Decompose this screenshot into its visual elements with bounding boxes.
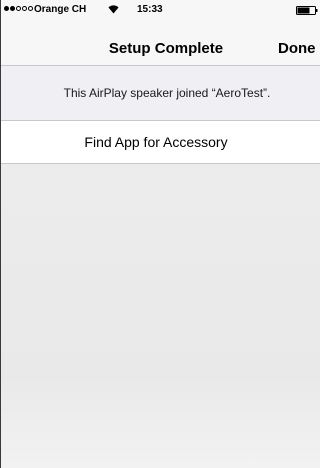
battery-icon (296, 6, 318, 15)
signal-dot (22, 6, 27, 11)
signal-dot (4, 6, 9, 11)
done-button[interactable]: Done (278, 40, 316, 57)
find-app-label: Find App for Accessory (84, 134, 228, 150)
status-message: This AirPlay speaker joined “AeroTest”. (1, 66, 320, 120)
carrier-name: Orange CH (34, 4, 87, 15)
navigation-bar: Setup Complete Done (1, 20, 320, 66)
page-title: Setup Complete (108, 40, 224, 57)
phone-screen: Orange CH 15:33 Setup Complete Done This… (0, 0, 320, 468)
signal-dot (10, 6, 15, 11)
signal-strength-icon (4, 6, 33, 11)
signal-dot (28, 6, 33, 11)
empty-background (1, 164, 320, 468)
wifi-icon (108, 5, 119, 14)
status-message-text: This AirPlay speaker joined “AeroTest”. (63, 86, 271, 100)
find-app-button[interactable]: Find App for Accessory (1, 120, 320, 164)
signal-dot (16, 6, 21, 11)
status-bar: Orange CH 15:33 (1, 0, 320, 20)
status-time: 15:33 (137, 4, 163, 15)
